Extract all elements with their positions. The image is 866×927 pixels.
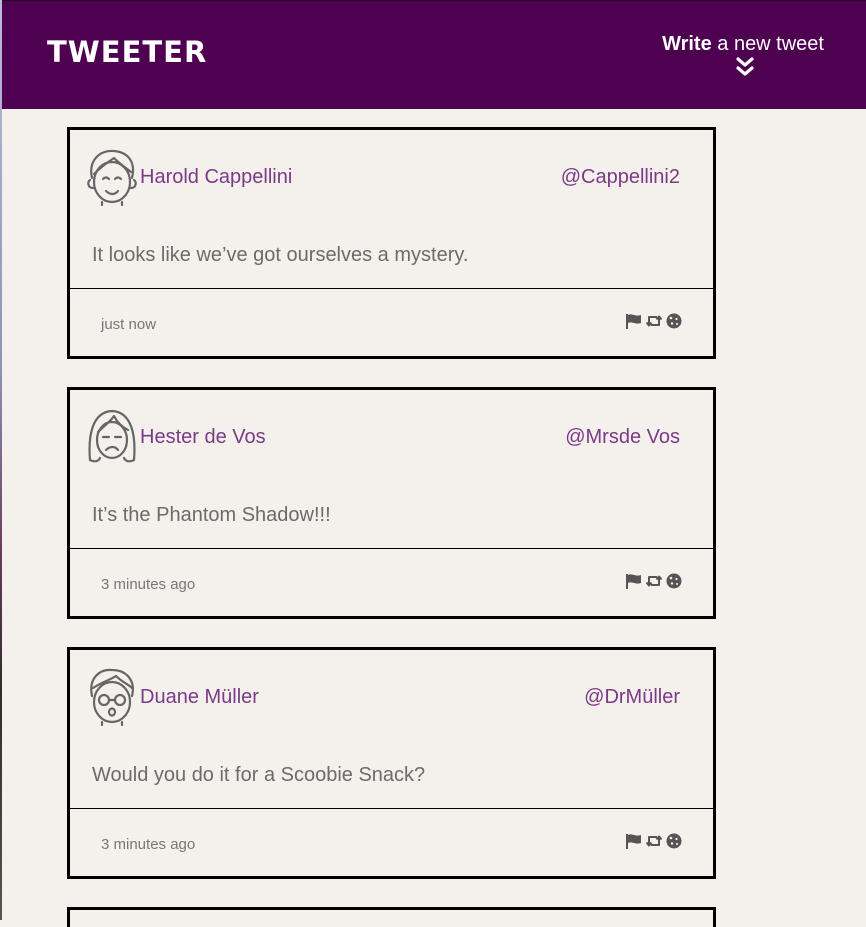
cookie-icon[interactable] — [666, 313, 682, 329]
retweet-icon[interactable] — [646, 573, 662, 589]
tweet-author-handle[interactable]: @Mrsde Vos — [565, 426, 680, 449]
tweet-content: It’s the Phantom Shadow!!! — [92, 504, 331, 526]
window-edge — [0, 0, 2, 920]
tweet-header: Hester de Vos @Mrsde Vos — [70, 390, 713, 480]
tweet-timestamp: 3 minutes ago — [101, 836, 196, 853]
tweet-divider — [70, 808, 713, 809]
tweet-timestamp: 3 minutes ago — [101, 576, 196, 593]
tweet-author-name[interactable]: Hester de Vos — [140, 426, 266, 449]
tweet-author-name[interactable]: Harold Cappellini — [140, 166, 292, 189]
tweet-timestamp: just now — [101, 316, 157, 333]
frowning-woman-icon — [88, 409, 136, 463]
tweet-content: It looks like we’ve got ourselves a myst… — [92, 244, 469, 266]
tweet-card: Duane Müller @DrMüller Would you do it f… — [67, 647, 716, 879]
tweet-header: Harold Cappellini @Cappellini2 — [70, 130, 713, 220]
tweet-author-name[interactable]: Duane Müller — [140, 686, 259, 709]
retweet-icon[interactable] — [646, 313, 662, 329]
compose-label-bold: Write — [662, 33, 712, 55]
cookie-icon[interactable] — [666, 833, 682, 849]
flag-icon[interactable] — [626, 313, 642, 329]
tweet-card: Hester de Vos @Mrsde Vos It’s the Phanto… — [67, 387, 716, 619]
navbar: TWEETER Write a new tweet — [2, 0, 866, 109]
glasses-man-icon — [90, 668, 134, 726]
tweet-card: Harold Cappellini @Cappellini2 It looks … — [67, 127, 716, 359]
tweet-author-handle[interactable]: @Cappellini2 — [561, 166, 680, 189]
flag-icon[interactable] — [626, 573, 642, 589]
tweet-actions — [626, 833, 682, 849]
double-chevron-down-icon[interactable] — [735, 56, 755, 78]
brand-logo: TWEETER — [47, 35, 208, 69]
tweet-feed: Harold Cappellini @Cappellini2 It looks … — [67, 127, 716, 927]
tweet-content: Would you do it for a Scoobie Snack? — [92, 764, 426, 786]
compose-tweet-toggle[interactable]: Write a new tweet — [662, 33, 824, 78]
tweet-divider — [70, 288, 713, 289]
tweet-actions — [626, 573, 682, 589]
tweet-actions — [626, 313, 682, 329]
tweet-divider — [70, 548, 713, 549]
tweet-card-partial — [67, 907, 716, 927]
tweet-author-handle[interactable]: @DrMüller — [584, 686, 680, 709]
cookie-icon[interactable] — [666, 573, 682, 589]
tweet-header: Duane Müller @DrMüller — [70, 650, 713, 740]
compose-label-rest: a new tweet — [711, 33, 824, 55]
smiling-man-icon — [87, 149, 137, 206]
flag-icon[interactable] — [626, 833, 642, 849]
retweet-icon[interactable] — [646, 833, 662, 849]
